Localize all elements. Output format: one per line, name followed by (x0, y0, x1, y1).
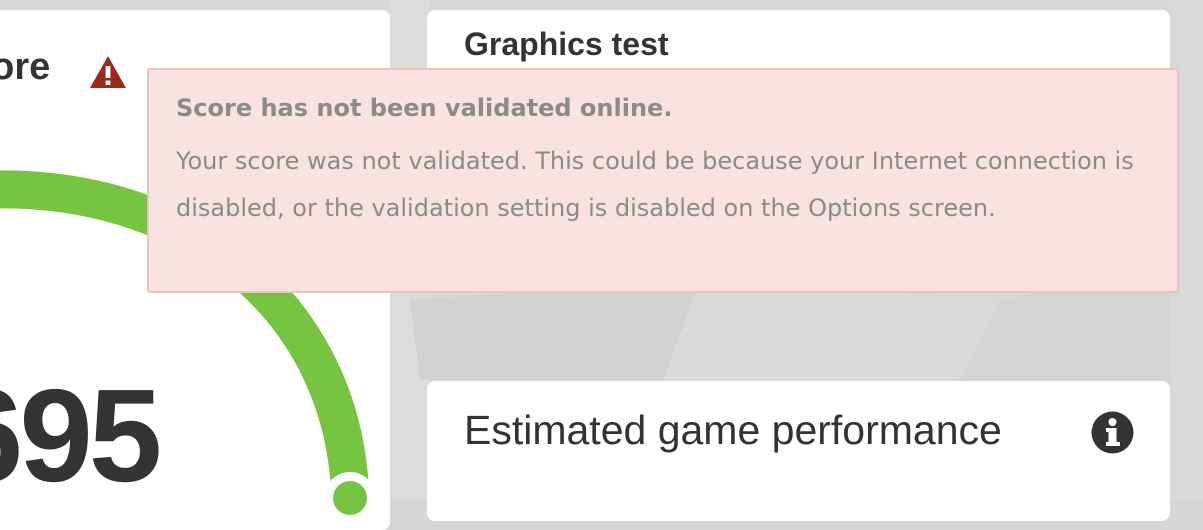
warning-triangle-icon[interactable] (88, 54, 128, 90)
score-title-text: core (0, 46, 51, 88)
info-circle-icon[interactable] (1091, 411, 1134, 454)
estimated-game-performance-card: Estimated game performance (427, 381, 1170, 521)
score-value: 695 (0, 362, 162, 509)
graphics-test-title: Graphics test (464, 26, 669, 62)
estimated-game-performance-title: Estimated game performance (464, 407, 1002, 453)
validation-warning-tooltip: Score has not been validated online. You… (147, 68, 1179, 293)
gauge-marker-dot (333, 481, 367, 515)
validation-warning-title: Score has not been validated online. (176, 94, 673, 122)
validation-warning-message: Your score was not validated. This could… (176, 147, 1134, 222)
